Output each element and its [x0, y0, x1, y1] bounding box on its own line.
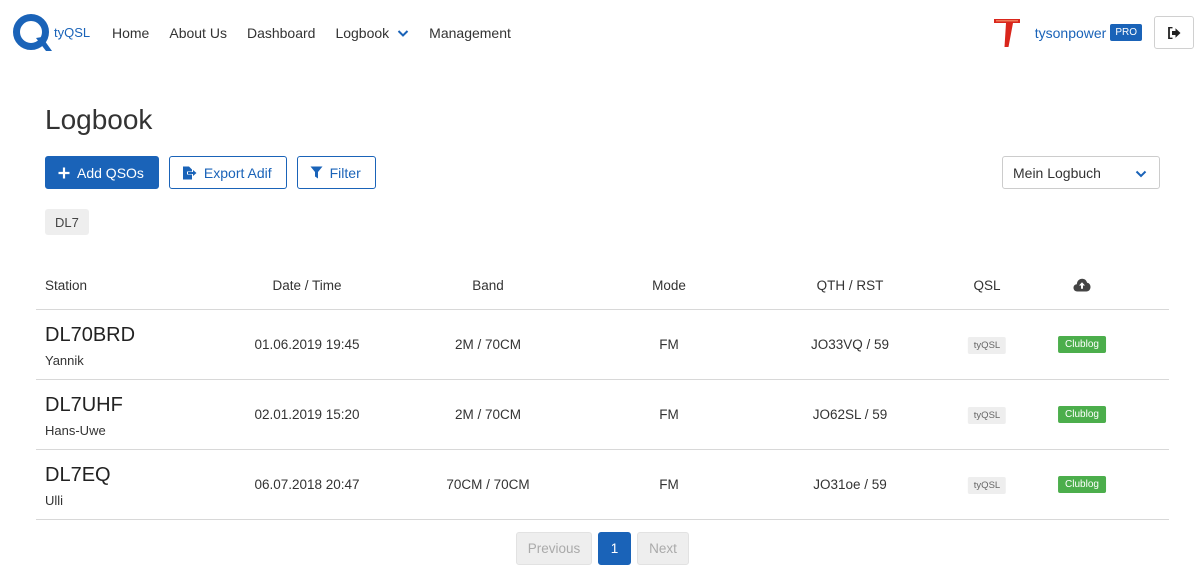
operator-name: Hans-Uwe	[45, 423, 106, 438]
qso-datetime: 01.06.2019 19:45	[254, 337, 360, 352]
qso-band: 2M / 70CM	[454, 407, 522, 422]
clublog-badge: Clublog	[1058, 476, 1106, 493]
active-filter-tag[interactable]: DL7	[45, 209, 89, 235]
clublog-badge: Clublog	[1058, 336, 1106, 353]
qso-datetime: 02.01.2019 15:20	[254, 407, 360, 422]
qsl-status-badge: tyQSL	[967, 337, 1007, 354]
cloud-upload-icon	[1073, 278, 1091, 292]
brand-name: tyQSL	[54, 25, 91, 40]
callsign: DL70BRD	[45, 324, 136, 346]
header-band[interactable]: Band	[472, 278, 504, 293]
qso-qth-rst: JO62SL / 59	[812, 407, 888, 422]
filter-label: Filter	[329, 164, 361, 181]
navbar: tyQSL Home About Us Dashboard Logbook Ma…	[0, 0, 1200, 66]
qso-mode: FM	[659, 407, 679, 422]
chevron-down-icon	[397, 30, 409, 37]
nav-logbook-dropdown[interactable]: Logbook	[335, 25, 409, 41]
username-link[interactable]: tysonpower	[1035, 25, 1107, 41]
qsl-status-badge: tyQSL	[967, 407, 1007, 424]
qsl-status-badge: tyQSL	[967, 477, 1007, 494]
user-area: tysonpower PRO	[991, 16, 1194, 49]
header-qsl[interactable]: QSL	[973, 278, 1000, 293]
callsign: DL7UHF	[45, 394, 123, 416]
table-row[interactable]: DL7UHF Hans-Uwe 02.01.2019 15:20 2M / 70…	[36, 380, 1169, 450]
logbook-table: Station Date / Time Band Mode QTH / RST …	[36, 260, 1169, 520]
logbook-select[interactable]: Mein Logbuch	[1002, 156, 1160, 189]
next-page-button[interactable]: Next	[637, 532, 689, 565]
pagination: Previous 1 Next	[516, 532, 695, 565]
previous-page-button[interactable]: Previous	[516, 532, 592, 565]
plus-icon	[58, 167, 70, 178]
page-title: Logbook	[45, 104, 153, 135]
operator-name: Ulli	[45, 493, 64, 508]
logout-button[interactable]	[1154, 16, 1194, 49]
qso-mode: FM	[659, 337, 679, 352]
export-adif-button[interactable]: Export Adif	[168, 156, 287, 189]
filter-button[interactable]: Filter	[296, 156, 376, 189]
qso-qth-rst: JO33VQ / 59	[810, 337, 890, 352]
nav-about-us[interactable]: About Us	[169, 25, 227, 41]
nav-home[interactable]: Home	[112, 25, 149, 41]
header-qth-rst[interactable]: QTH / RST	[817, 278, 884, 293]
sign-out-icon	[1167, 26, 1180, 39]
chevron-down-icon	[1135, 170, 1147, 178]
qso-band: 2M / 70CM	[454, 337, 522, 352]
qso-mode: FM	[659, 477, 679, 492]
nav-logbook-label: Logbook	[335, 25, 390, 41]
logbook-select-value: Mein Logbuch	[1013, 164, 1101, 181]
table-row[interactable]: DL70BRD Yannik 01.06.2019 19:45 2M / 70C…	[36, 310, 1169, 380]
qso-datetime: 06.07.2018 20:47	[254, 477, 360, 492]
add-qsos-label: Add QSOs	[77, 164, 144, 181]
add-qsos-button[interactable]: Add QSOs	[45, 156, 159, 189]
pro-badge: PRO	[1110, 24, 1142, 41]
page-1-button[interactable]: 1	[598, 532, 631, 565]
nav-links: Home About Us Dashboard Logbook Manageme…	[112, 0, 531, 66]
operator-name: Yannik	[45, 353, 84, 368]
filter-funnel-icon	[310, 166, 323, 179]
nav-management[interactable]: Management	[429, 25, 511, 41]
file-export-icon	[182, 166, 197, 179]
user-avatar-icon[interactable]	[991, 17, 1023, 49]
nav-dashboard[interactable]: Dashboard	[247, 25, 316, 41]
header-station[interactable]: Station	[45, 278, 87, 293]
tyqsl-logo-icon	[13, 14, 52, 51]
qso-qth-rst: JO31oe / 59	[813, 477, 887, 492]
export-adif-label: Export Adif	[203, 164, 272, 181]
header-datetime[interactable]: Date / Time	[272, 278, 341, 293]
callsign: DL7EQ	[45, 464, 111, 486]
qso-band: 70CM / 70CM	[446, 477, 530, 492]
table-row[interactable]: DL7EQ Ulli 06.07.2018 20:47 70CM / 70CM …	[36, 450, 1169, 520]
clublog-badge: Clublog	[1058, 406, 1106, 423]
brand[interactable]: tyQSL	[12, 13, 90, 53]
toolbar: Add QSOs Export Adif Filter	[45, 156, 386, 189]
table-header: Station Date / Time Band Mode QTH / RST …	[36, 260, 1169, 310]
header-mode[interactable]: Mode	[652, 278, 686, 293]
